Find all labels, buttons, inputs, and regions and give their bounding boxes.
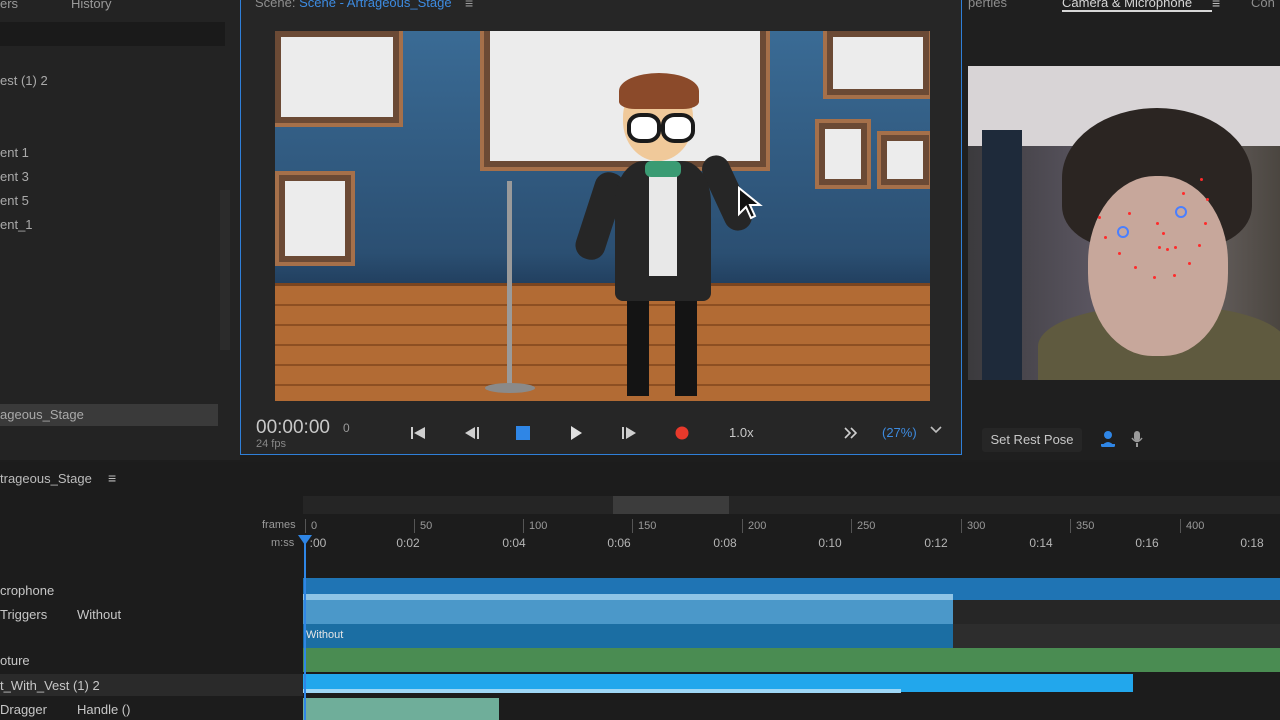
time-tick: 0:06 (607, 536, 631, 550)
camera-menu-icon[interactable]: ≡ (1212, 0, 1220, 11)
active-tab-indicator (1062, 10, 1212, 12)
chevron-down-icon[interactable] (930, 424, 942, 438)
scene-menu-icon[interactable]: ≡ (465, 0, 473, 11)
wall-frame (815, 119, 871, 189)
play-icon[interactable] (565, 423, 587, 443)
left-panel: ers History est (1) 2 ent 1 ent 3 ent 5 … (0, 0, 240, 460)
scene-name[interactable]: Scene - Artrageous_Stage (299, 0, 452, 10)
without-clip-bar[interactable] (303, 624, 953, 648)
time-tick: 0:18 (1240, 536, 1264, 550)
scene-title-prefix: Scene: (255, 0, 300, 10)
tracked-eye-icon (1117, 226, 1129, 238)
timeline-panel: trageous_Stage ≡ frames m:ss 0 50 100 15… (0, 462, 1280, 720)
frame-tick: 0 (305, 519, 317, 533)
time-tick: 0:02 (396, 536, 420, 550)
track-label-posture[interactable]: oture (0, 653, 30, 668)
scene-canvas[interactable] (275, 31, 930, 401)
tab-history[interactable]: History (71, 0, 111, 11)
frame-tick: 50 (414, 519, 432, 533)
stop-icon[interactable] (512, 423, 534, 443)
playhead-handle[interactable] (298, 535, 312, 545)
mic-stand (507, 181, 512, 391)
list-item[interactable]: ent_1 (0, 217, 33, 232)
left-scrollbar[interactable] (220, 190, 230, 350)
wall-frame (877, 131, 930, 189)
timeline-scrollbar-thumb[interactable] (613, 496, 729, 514)
timecode: 00:00:00 (256, 417, 330, 438)
frames-label: frames (262, 519, 296, 531)
selected-list-item[interactable]: ageous_Stage (0, 404, 218, 426)
frame-tick: 400 (1180, 519, 1204, 533)
track-label-triggers[interactable]: Triggers (0, 607, 47, 622)
list-item[interactable]: ent 5 (0, 193, 29, 208)
track-label-microphone[interactable]: crophone (0, 583, 54, 598)
frame-tick: 100 (523, 519, 547, 533)
time-tick: :00 (309, 536, 327, 550)
track-label-dragger[interactable]: Dragger (0, 702, 47, 717)
time-tick: 0:14 (1029, 536, 1053, 550)
tab-controls[interactable]: Con (1251, 0, 1275, 10)
tracked-eye-icon (1175, 206, 1187, 218)
zoom-level[interactable]: (27%) (882, 425, 917, 440)
camera-panel: perties Camera & Microphone ≡ Con Set Re… (962, 0, 1280, 460)
frame-number: 0 (343, 421, 350, 435)
tab-camera-microphone[interactable]: Camera & Microphone (1062, 0, 1192, 10)
playback-speed[interactable]: 1.0x (729, 425, 754, 440)
posture-track-bar[interactable] (303, 648, 1280, 672)
without-track-empty (953, 624, 1280, 648)
tab-layers[interactable]: ers (0, 0, 18, 11)
microphone-icon[interactable] (1130, 430, 1144, 451)
frame-tick: 250 (851, 519, 875, 533)
frame-tick: 350 (1070, 519, 1094, 533)
list-item[interactable]: ent 3 (0, 169, 29, 184)
record-icon[interactable] (671, 423, 693, 443)
playhead-line[interactable] (304, 536, 306, 720)
time-tick: 0:10 (818, 536, 842, 550)
mic-stand-base (485, 383, 535, 393)
camera-feed (968, 66, 1280, 380)
time-tick: 0:04 (502, 536, 526, 550)
time-tick: 0:12 (924, 536, 948, 550)
dragger-track-bar[interactable] (303, 698, 499, 720)
track-sublabel-handle[interactable]: Handle () (77, 702, 130, 717)
scene-panel: Scene: Scene - Artrageous_Stage ≡ 00:00:… (240, 0, 962, 455)
wall-frame (275, 171, 355, 266)
frame-tick: 150 (632, 519, 656, 533)
wall-frame (823, 31, 930, 99)
list-item[interactable]: ent 1 (0, 145, 29, 160)
step-forward-icon[interactable] (618, 423, 640, 443)
step-back-icon[interactable] (461, 423, 483, 443)
triggers-track-empty (953, 600, 1280, 624)
time-tick: 0:16 (1135, 536, 1159, 550)
left-search-field[interactable] (0, 22, 225, 46)
skip-to-start-icon[interactable] (407, 423, 429, 443)
track-sublabel-without[interactable]: Without (77, 607, 121, 622)
user-icon[interactable] (1100, 430, 1116, 451)
set-rest-pose-button[interactable]: Set Rest Pose (982, 428, 1082, 452)
timeline-scrollbar[interactable] (303, 496, 1280, 514)
mss-label: m:ss (271, 537, 295, 549)
wall-frame (275, 31, 403, 127)
triggers-track-bar[interactable] (303, 600, 953, 624)
frame-tick: 300 (961, 519, 985, 533)
timeline-menu-icon[interactable]: ≡ (108, 470, 116, 486)
list-item[interactable]: est (1) 2 (0, 73, 48, 88)
puppet-track-highlight (303, 689, 901, 693)
clip-label: Without (306, 629, 344, 641)
time-tick: 0:08 (713, 536, 737, 550)
double-chevron-right-icon[interactable] (840, 423, 862, 443)
timeline-title: trageous_Stage (0, 471, 92, 486)
tab-properties[interactable]: perties (968, 0, 1007, 10)
scene-title: Scene: Scene - Artrageous_Stage (255, 0, 452, 10)
track-label-puppet[interactable]: t_With_Vest (1) 2 (0, 678, 100, 693)
puppet-character[interactable] (571, 61, 765, 401)
fps-label: 24 fps (256, 438, 286, 450)
mouse-cursor-icon (738, 186, 763, 220)
frame-tick: 200 (742, 519, 766, 533)
